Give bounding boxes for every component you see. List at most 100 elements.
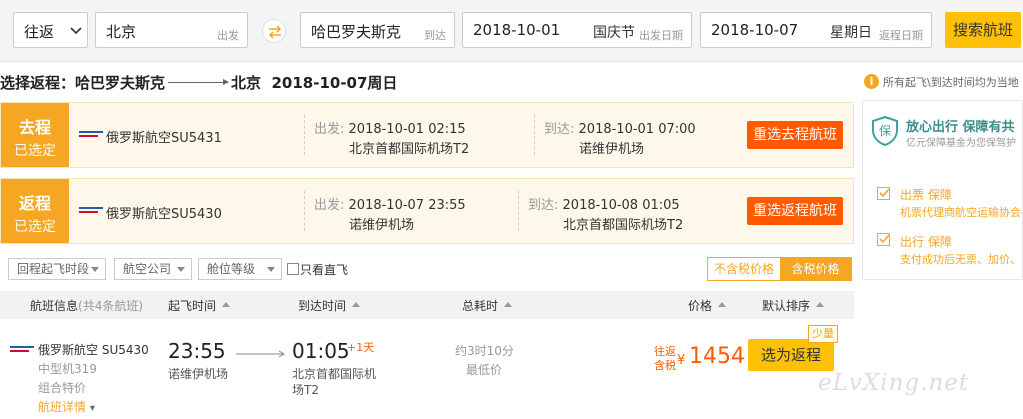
airline-logo-icon [79, 131, 103, 141]
sort-default[interactable]: 默认排序 [762, 297, 825, 314]
info-icon: i [864, 74, 879, 89]
return-date-input[interactable]: 2018-10-07 星期日 返程日期 [700, 12, 932, 48]
flight-arr-airport-1: 北京首都国际机 [292, 367, 377, 381]
depart-date-value: 2018-10-01 [473, 21, 561, 39]
sort-duration[interactable]: 总耗时 [462, 297, 513, 314]
sidebar-notice: 所有起飞\到达时间均为当地 [883, 76, 1019, 89]
outbound-dep-label: 出发: [314, 122, 345, 137]
guarantee-item2-title: 出行 保障 [900, 235, 952, 249]
flight-arr-time: 01:05 [292, 339, 350, 363]
to-city-value: 哈巴罗夫斯克 [311, 23, 402, 41]
watermark: eLvXing.net [818, 370, 970, 396]
reselect-return-button[interactable]: 重选返程航班 [747, 197, 843, 225]
flight-duration: 约3时10分 [455, 344, 514, 358]
sort-up-icon [504, 302, 513, 307]
return-tag: 返程 已选定 [1, 179, 69, 243]
header-duration: 总耗时 [462, 299, 499, 313]
price-note-tax: 含税 [654, 359, 676, 372]
price-currency: ¥ [677, 353, 686, 368]
header-sort: 默认排序 [762, 299, 811, 313]
few-seats-badge: 少量 [808, 325, 838, 343]
return-arr-airport: 北京首都国际机场T2 [563, 218, 684, 233]
header-dep: 起飞时间 [168, 299, 217, 313]
depart-date-input[interactable]: 2018-10-01 国庆节 出发日期 [462, 12, 692, 48]
from-city-input[interactable]: 北京 出发 [95, 12, 248, 48]
header-count: (共4条航班) [78, 299, 144, 313]
sort-up-icon [816, 302, 825, 307]
outbound-tag-title: 去程 [18, 118, 51, 137]
reselect-outbound-button[interactable]: 重选去程航班 [747, 121, 843, 149]
return-tag-title: 返程 [18, 194, 51, 213]
return-arr-label: 到达: [528, 198, 559, 213]
check-icon [877, 187, 890, 200]
outbound-dep-airport: 北京首都国际机场T2 [349, 142, 470, 157]
swap-arrows-icon [268, 25, 282, 39]
flight-dep-time: 23:55 [168, 339, 226, 363]
return-hint: 返程日期 [879, 29, 923, 42]
sort-up-icon [352, 302, 361, 307]
trip-type-select[interactable]: 往返 [13, 12, 88, 48]
chevron-down-icon [70, 27, 82, 35]
sort-arr-time[interactable]: 到达时间 [298, 297, 361, 314]
filter-airline[interactable]: 航空公司 [114, 258, 192, 280]
return-weekday: 星期日 [830, 25, 872, 41]
return-arr-time: 2018-10-08 01:05 [562, 198, 680, 213]
sort-price[interactable]: 价格 [688, 297, 727, 314]
trip-type-value: 往返 [24, 23, 55, 41]
airline-logo-icon [79, 207, 103, 217]
return-date-value: 2018-10-07 [711, 21, 799, 39]
search-flights-button[interactable]: 搜索航班 [945, 12, 1021, 48]
return-dep-airport: 诺维伊机场 [349, 218, 415, 233]
outbound-arr-airport: 诺维伊机场 [579, 142, 645, 157]
divider [304, 191, 305, 231]
depart-hint: 出发日期 [639, 29, 683, 42]
flight-details-label: 航班详情 [38, 400, 87, 414]
divider [518, 191, 519, 231]
guarantee-item1-title: 出票 保障 [900, 188, 952, 202]
flight-airline: 俄罗斯航空 [38, 343, 99, 357]
divider [534, 115, 535, 155]
sort-up-icon [222, 302, 231, 307]
flight-aircraft: 中型机319 [38, 362, 97, 376]
title-origin: 选择返程：哈巴罗夫斯克 [0, 74, 166, 92]
filter-dep-time[interactable]: 回程起飞时段 [8, 258, 106, 280]
outbound-tag: 去程 已选定 [1, 103, 69, 167]
flight-row [0, 320, 854, 419]
price-incl-tax-tab[interactable]: 含税价格 [780, 258, 851, 280]
direct-only-checkbox[interactable] [287, 263, 299, 275]
direct-only-label: 只看直飞 [300, 263, 349, 277]
sort-dep-time[interactable]: 起飞时间 [168, 297, 231, 314]
from-city-value: 北京 [106, 23, 137, 41]
filter-airline-label: 航空公司 [123, 262, 172, 276]
return-dep-label: 出发: [314, 198, 345, 213]
outbound-arr-label: 到达: [544, 122, 575, 137]
guarantee-item1-desc: 机票代理商航空运输协会 [900, 206, 1021, 219]
swap-cities-button[interactable] [262, 19, 286, 43]
flight-price: 1454 [689, 344, 745, 369]
to-city-input[interactable]: 哈巴罗夫斯克 到达 [300, 12, 455, 48]
depart-holiday: 国庆节 [593, 25, 635, 41]
title-date: 2018-10-07周日 [271, 74, 398, 92]
arrow-right-icon [168, 79, 230, 85]
selected-return-card: 返程 已选定 俄罗斯航空SU5430 出发: 2018-10-07 23:55 … [0, 178, 854, 244]
outbound-dep-time: 2018-10-01 02:15 [348, 122, 466, 137]
chevron-down-icon [91, 267, 99, 272]
outbound-tag-sub: 已选定 [14, 143, 56, 159]
shield-icon: 保 [872, 116, 898, 146]
return-tag-sub: 已选定 [14, 219, 56, 235]
header-info: 航班信息 [30, 299, 79, 313]
price-mode-toggle: 不含税价格 含税价格 [707, 257, 852, 281]
outbound-airline: 俄罗斯航空SU5431 [106, 131, 222, 146]
chevron-down-icon [267, 267, 275, 272]
chevron-down-icon [177, 267, 185, 272]
to-hint: 到达 [424, 29, 446, 42]
guarantee-subtitle: 亿元保障基金为您保驾护 [906, 138, 1016, 149]
arrow-right-icon [236, 350, 285, 358]
filter-cabin[interactable]: 舱位等级 [198, 258, 282, 280]
flight-details-link[interactable]: 航班详情 ▾ [38, 398, 95, 415]
flight-duration-note: 最低价 [466, 363, 503, 377]
price-excl-tax-tab[interactable]: 不含税价格 [708, 258, 780, 280]
select-return-button[interactable]: 选为返程 [748, 339, 834, 371]
from-hint: 出发 [217, 29, 239, 42]
svg-text:保: 保 [879, 124, 891, 138]
